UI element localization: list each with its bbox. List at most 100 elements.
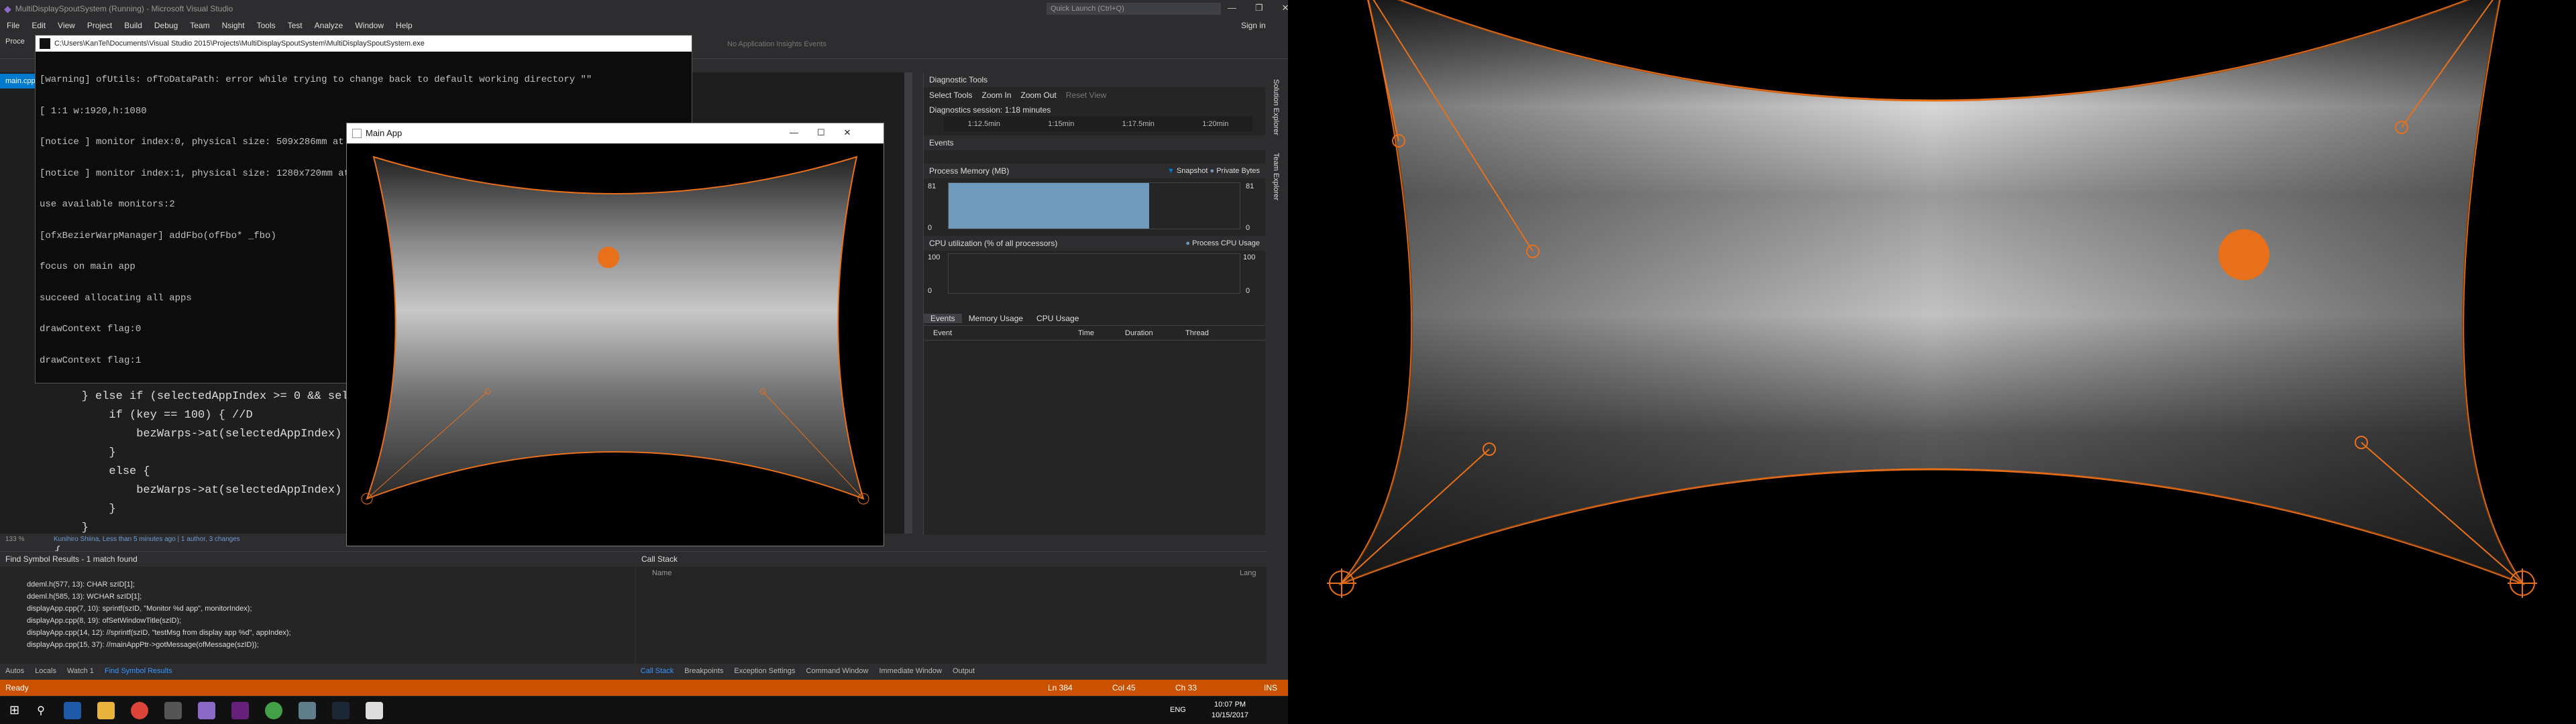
tab-exception-settings[interactable]: Exception Settings [734, 667, 795, 675]
sign-in-link[interactable]: Sign in [1241, 21, 1266, 30]
call-stack-panel: Call Stack Name Lang [636, 551, 1267, 664]
quick-launch-input[interactable]: Quick Launch (Ctrl+Q) [1046, 3, 1221, 15]
visual-studio-icon[interactable] [197, 701, 215, 719]
cpu-axis-bottom-right: 0 [1246, 287, 1250, 295]
search-icon[interactable]: ⚲ [37, 704, 45, 717]
list-item[interactable]: displayApp.cpp(7, 10): sprintf(szID, "Mo… [27, 603, 635, 615]
menu-window[interactable]: Window [355, 21, 384, 30]
app-icon[interactable] [231, 701, 249, 719]
list-item[interactable]: ddeml.h(577, 13): CHAR szID[1]; [27, 579, 635, 591]
console-line: [warning] ofUtils: ofToDataPath: error w… [40, 74, 592, 85]
windows-start-icon[interactable]: ⊞ [9, 703, 19, 717]
tab-memory-usage[interactable]: Memory Usage [962, 314, 1030, 323]
main-app-window[interactable]: Main App — ☐ ✕ [346, 123, 884, 546]
menu-build[interactable]: Build [124, 21, 142, 30]
warped-output[interactable] [1288, 0, 2576, 724]
warp-preview[interactable] [347, 143, 883, 546]
zoom-level[interactable]: 133 % [5, 536, 24, 543]
app-insights-label[interactable]: No Application Insights Events [727, 40, 826, 48]
vs-window-title: MultiDisplaySpoutSystem (Running) - Micr… [15, 4, 233, 13]
tab-watch-1[interactable]: Watch 1 [67, 667, 94, 675]
diag-title: Diagnostic Tools [924, 72, 1265, 87]
reset-view-button[interactable]: Reset View [1066, 90, 1106, 100]
steam-icon[interactable] [331, 701, 350, 719]
zoom-in-button[interactable]: Zoom In [981, 90, 1011, 100]
chrome-icon[interactable] [130, 701, 148, 719]
menu-view[interactable]: View [58, 21, 75, 30]
menu-help[interactable]: Help [396, 21, 413, 30]
code-line: } else if (selectedAppIndex >= 0 && sele [27, 390, 356, 403]
col-thread[interactable]: Thread [1185, 329, 1209, 337]
cpu-section: CPU utilization (% of all processors) ● … [924, 236, 1265, 251]
menu-edit[interactable]: Edit [32, 21, 46, 30]
tab-autos[interactable]: Autos [5, 667, 24, 675]
team-explorer-tab[interactable]: Team Explorer [1272, 153, 1280, 200]
clock[interactable]: 10:07 PM 10/15/2017 [1212, 699, 1248, 721]
menu-tools[interactable]: Tools [257, 21, 276, 30]
list-item[interactable]: displayApp.cpp(8, 19): ofSetWindowTitle(… [27, 615, 635, 627]
cpu-axis-bottom: 0 [928, 287, 932, 295]
menu-test[interactable]: Test [288, 21, 303, 30]
list-item[interactable]: displayApp.cpp(14, 12): //sprintf(szID, … [27, 627, 635, 639]
code-line: bezWarps->at(selectedAppIndex) [27, 484, 342, 497]
vs-logo-icon: ◆ [4, 3, 11, 14]
minimize-icon[interactable]: — [1228, 3, 1236, 13]
find-results-list: ddeml.h(577, 13): CHAR szID[1]; ddeml.h(… [0, 579, 635, 651]
diag-tabs: Events Memory Usage CPU Usage [924, 311, 1265, 326]
col-time[interactable]: Time [1078, 329, 1094, 337]
tab-output[interactable]: Output [953, 667, 975, 675]
maximize-icon[interactable]: ☐ [817, 127, 825, 138]
language-indicator[interactable]: ENG [1170, 706, 1186, 714]
code-line: else { [27, 465, 150, 478]
list-item[interactable]: displayApp.cpp(15, 37): //mainAppPtr->go… [27, 639, 635, 651]
file-explorer-icon[interactable] [97, 701, 115, 719]
tab-cpu-usage[interactable]: CPU Usage [1030, 314, 1085, 323]
cpu-axis-top: 100 [928, 253, 941, 261]
minimize-icon[interactable]: — [790, 127, 798, 138]
diag-timeline[interactable]: 1:12.5min 1:15min 1:17.5min 1:20min [944, 117, 1252, 131]
menu-project[interactable]: Project [87, 21, 112, 30]
zoom-out-button[interactable]: Zoom Out [1021, 90, 1057, 100]
settings-icon[interactable] [298, 701, 316, 719]
menu-analyze[interactable]: Analyze [315, 21, 343, 30]
code-line: if (key == 100) { //D [27, 409, 253, 422]
menu-team[interactable]: Team [190, 21, 209, 30]
console-task-icon[interactable] [365, 701, 383, 719]
col-event[interactable]: Event [933, 329, 952, 337]
select-tools-button[interactable]: Select Tools [929, 90, 972, 100]
mem-axis-top: 81 [928, 182, 936, 190]
tab-call-stack[interactable]: Call Stack [641, 667, 674, 675]
solution-explorer-tab[interactable]: Solution Explorer [1272, 79, 1280, 135]
edge-icon[interactable] [63, 701, 81, 719]
tab-events[interactable]: Events [924, 313, 962, 323]
menu-debug[interactable]: Debug [154, 21, 178, 30]
status-line: Ln 384 [1048, 683, 1073, 692]
close-icon[interactable]: ✕ [1282, 3, 1288, 13]
menu-nsight[interactable]: Nsight [222, 21, 245, 30]
process-memory-section: Process Memory (MB) ▼ Snapshot ● Private… [924, 164, 1265, 178]
app-icon[interactable] [264, 701, 282, 719]
memory-frame [948, 182, 1240, 229]
app-icon[interactable] [164, 701, 182, 719]
tab-locals[interactable]: Locals [35, 667, 56, 675]
codelens-info[interactable]: Kunihiro Shiina, Less than 5 minutes ago… [54, 536, 240, 543]
restore-icon[interactable]: ❐ [1255, 3, 1263, 13]
call-stack-header: Name Lang [636, 566, 1267, 580]
status-ready: Ready [5, 683, 29, 692]
editor-scrollbar[interactable] [904, 72, 912, 534]
col-lang[interactable]: Lang [1240, 569, 1256, 577]
tab-find-symbol-results[interactable]: Find Symbol Results [105, 667, 172, 675]
warp-center-marker [598, 247, 619, 268]
events-section[interactable]: Events [924, 135, 1265, 150]
col-name[interactable]: Name [652, 569, 672, 577]
menu-file[interactable]: File [7, 21, 19, 30]
tab-immediate-window[interactable]: Immediate Window [879, 667, 942, 675]
tab-breakpoints[interactable]: Breakpoints [684, 667, 723, 675]
mem-axis-top-right: 81 [1246, 182, 1254, 190]
tab-command-window[interactable]: Command Window [806, 667, 869, 675]
warp-shading [1342, 0, 2522, 583]
status-bar: Ready Ln 384 Col 45 Ch 33 INS [0, 680, 1288, 696]
col-duration[interactable]: Duration [1125, 329, 1153, 337]
list-item[interactable]: ddeml.h(585, 13): WCHAR szID[1]; [27, 591, 635, 603]
close-icon[interactable]: ✕ [844, 127, 851, 138]
